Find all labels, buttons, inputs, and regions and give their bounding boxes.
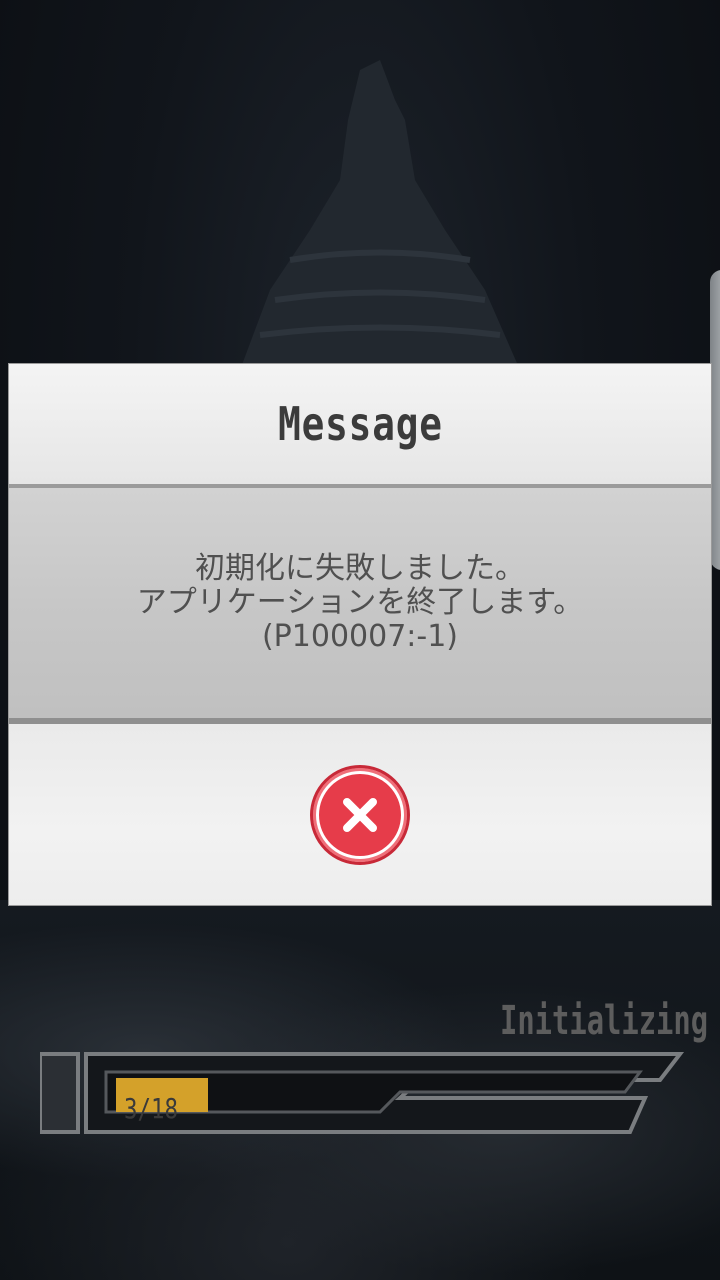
app-screen: Initializing 3/18 Message 初期化に失敗しました。 アプ… [0, 0, 720, 1280]
close-button[interactable] [310, 764, 410, 865]
dialog-body: 初期化に失敗しました。 アプリケーションを終了します。 (P100007:-1) [9, 488, 711, 724]
message-error-code: (P100007:-1) [261, 619, 459, 654]
message-dialog: Message 初期化に失敗しました。 アプリケーションを終了します。 (P10… [9, 364, 711, 905]
dialog-header: Message [9, 364, 711, 488]
dialog-title: Message [277, 397, 443, 451]
loading-status: Initializing [500, 998, 709, 1044]
close-icon [343, 797, 377, 832]
background-tower [240, 60, 520, 370]
message-line-1: 初期化に失敗しました。 [195, 551, 525, 586]
progress-label: 3/18 [124, 1092, 178, 1125]
dialog-footer [9, 724, 711, 905]
message-line-2: アプリケーションを終了します。 [136, 585, 584, 620]
edge-panel-handle[interactable] [710, 270, 720, 570]
